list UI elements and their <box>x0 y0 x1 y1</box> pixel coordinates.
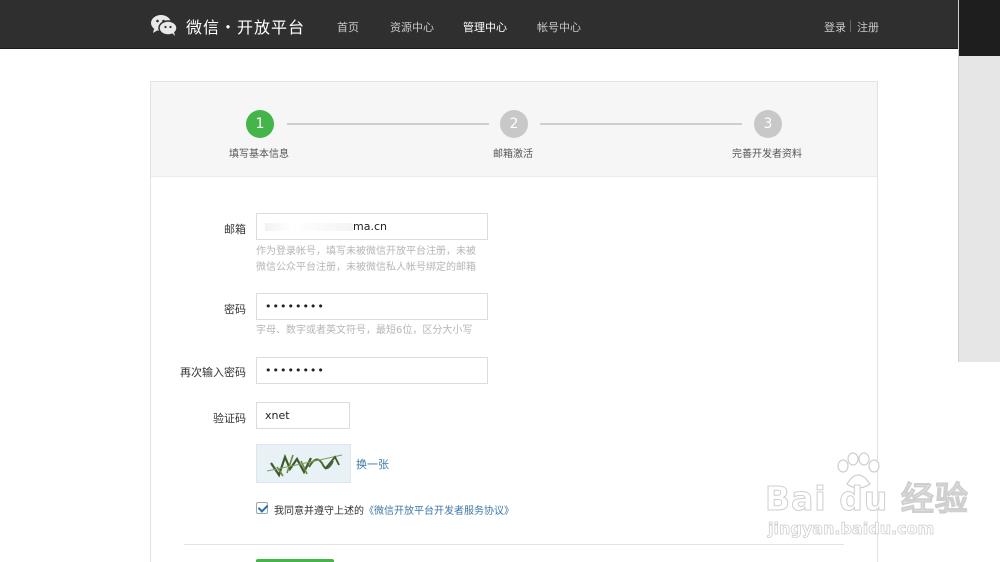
email-redacted <box>265 223 353 231</box>
step-connector-2 <box>540 123 742 125</box>
auth-divider <box>850 20 851 32</box>
password-label: 密码 <box>224 303 246 316</box>
agreement-text: 我同意并遵守上述的《微信开放平台开发者服务协议》 <box>274 502 514 517</box>
confirm-password-field[interactable]: •••••••• <box>256 357 488 384</box>
nav-home[interactable]: 首页 <box>337 19 359 35</box>
captcha-input[interactable]: xnet <box>256 402 350 429</box>
email-label: 邮箱 <box>224 223 246 236</box>
login-link[interactable]: 登录 <box>824 19 846 35</box>
step-connector-1 <box>287 123 489 125</box>
top-nav-bar: 微信・开放平台 首页 资源中心 管理中心 帐号中心 登录 注册 <box>0 0 958 49</box>
step-3-label: 完善开发者资料 <box>732 149 802 160</box>
password-field[interactable]: •••••••• <box>256 293 488 320</box>
form-divider <box>184 544 844 545</box>
watermark-url: jingyan.baidu.com <box>768 519 935 539</box>
captcha-label: 验证码 <box>213 412 246 425</box>
progress-steps: 1 2 3 填写基本信息 邮箱激活 完善开发者资料 <box>151 82 877 177</box>
captcha-glyphs <box>266 453 343 478</box>
nav-account-center[interactable]: 帐号中心 <box>537 19 581 35</box>
nav-management-center[interactable]: 管理中心 <box>463 19 507 35</box>
email-hint-line2: 微信公众平台注册，未被微信私人帐号绑定的邮箱 <box>256 262 476 273</box>
password-hint: 字母、数字或者英文符号，最短6位，区分大小写 <box>256 325 473 336</box>
watermark-brand: Bai du 经验 <box>765 479 969 519</box>
wechat-logo-icon[interactable] <box>150 13 178 37</box>
baidu-watermark: Bai du 经验 jingyan.baidu.com <box>765 452 968 547</box>
side-scroll-strip <box>958 0 1000 362</box>
step-3-circle: 3 <box>754 110 782 138</box>
captcha-refresh-link[interactable]: 换一张 <box>356 456 389 472</box>
register-link[interactable]: 注册 <box>857 19 879 35</box>
step-1-circle: 1 <box>246 110 274 138</box>
logo-text[interactable]: 微信・开放平台 <box>186 14 305 38</box>
agreement-link[interactable]: 《微信开放平台开发者服务协议》 <box>364 506 514 517</box>
captcha-image[interactable] <box>256 444 351 483</box>
step-1-label: 填写基本信息 <box>229 149 289 160</box>
step-2-circle: 2 <box>500 110 528 138</box>
agreement-prefix: 我同意并遵守上述的 <box>274 506 364 517</box>
nav-resource-center[interactable]: 资源中心 <box>390 19 434 35</box>
email-value: ma.cn <box>353 220 387 233</box>
confirm-password-label: 再次输入密码 <box>180 366 246 379</box>
side-strip-top <box>959 0 1000 56</box>
email-field[interactable]: ma.cn <box>256 213 488 240</box>
step-2-label: 邮箱激活 <box>493 149 533 160</box>
agreement-checkbox[interactable] <box>256 502 268 514</box>
